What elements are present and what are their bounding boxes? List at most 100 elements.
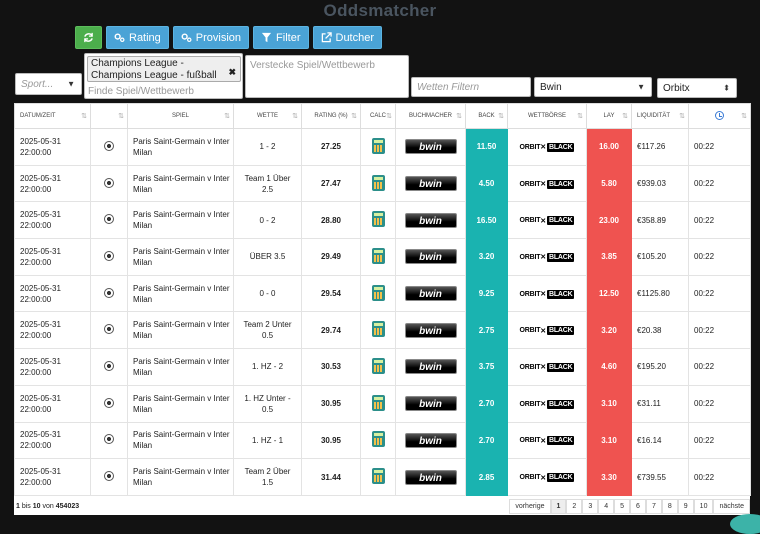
hide-game-input[interactable]: Verstecke Spiel/Wettbewerb <box>245 55 409 98</box>
cell-calc[interactable] <box>360 164 396 203</box>
cell-sport <box>90 128 128 166</box>
close-icon[interactable]: ✖ <box>228 66 236 78</box>
rating-button[interactable]: Rating <box>106 26 169 49</box>
table-row[interactable]: 2025-05-31 22:00:00 Paris Saint-Germain v … <box>14 274 751 313</box>
bwin-logo[interactable]: bwin <box>404 286 457 302</box>
bets-filter-input[interactable]: Wetten Filtern <box>411 77 531 97</box>
cell-bet: 0 - 2 <box>233 201 302 240</box>
orbitx-logo[interactable]: ORBIT ✕ BLACK <box>520 252 575 262</box>
cell-calc[interactable] <box>360 384 396 423</box>
hide-placeholder: Verstecke Spiel/Wettbewerb <box>250 60 375 71</box>
page-button[interactable]: 5 <box>614 499 631 514</box>
bwin-logo[interactable]: bwin <box>404 469 457 485</box>
orbitx-logo[interactable]: ORBIT ✕ BLACK <box>520 436 575 446</box>
table-row[interactable]: 2025-05-31 22:00:00 Paris Saint-Germain v … <box>14 384 751 423</box>
page-button[interactable]: 7 <box>645 499 662 514</box>
soccer-ball-icon <box>104 287 114 298</box>
competition-tag[interactable]: Champions League - Champions League - fu… <box>87 56 241 82</box>
dutcher-label: Dutcher <box>335 31 375 44</box>
cell-calc[interactable] <box>360 238 396 276</box>
col-header-sport[interactable]: ⇅ <box>90 103 128 129</box>
competition-multiselect[interactable]: Champions League - Champions League - fu… <box>84 53 243 99</box>
exchange-select[interactable]: Orbitx ⬍ <box>657 78 737 98</box>
cell-calc[interactable] <box>360 458 396 496</box>
page-button[interactable]: 2 <box>566 499 583 514</box>
calculator-icon[interactable] <box>371 468 385 485</box>
page-button[interactable]: 1 <box>550 499 567 514</box>
orbitx-logo[interactable]: ORBIT ✕ BLACK <box>520 473 575 483</box>
page-button[interactable]: 8 <box>661 499 678 514</box>
calculator-icon[interactable] <box>371 247 385 264</box>
cell-game: Paris Saint-Germain v Inter Milan <box>127 201 234 240</box>
calculator-icon[interactable] <box>371 394 385 411</box>
cell-calc[interactable] <box>360 274 396 313</box>
prev-page-button[interactable]: vorherige <box>509 499 551 514</box>
cell-calc[interactable] <box>360 311 396 350</box>
col-header-exchange[interactable]: WETTBÖRSE ⇅ <box>507 103 587 129</box>
cell-calc[interactable] <box>360 348 396 386</box>
table-row[interactable]: 2025-05-31 22:00:00 Paris Saint-Germain v … <box>14 348 751 386</box>
refresh-button[interactable] <box>75 26 102 49</box>
table-row[interactable]: 2025-05-31 22:00:00 Paris Saint-Germain v … <box>14 458 751 496</box>
calculator-icon[interactable] <box>371 321 385 338</box>
orbitx-logo[interactable]: ORBIT ✕ BLACK <box>520 179 575 189</box>
calculator-icon[interactable] <box>371 357 385 374</box>
bwin-logo[interactable]: bwin <box>404 322 457 338</box>
page-button[interactable]: 9 <box>677 499 694 514</box>
cell-calc[interactable] <box>360 421 396 460</box>
orbitx-logo[interactable]: ORBIT ✕ BLACK <box>520 289 575 299</box>
next-page-button[interactable]: nächste <box>713 499 750 514</box>
page-button[interactable]: 10 <box>693 499 714 514</box>
calculator-icon[interactable] <box>371 174 385 191</box>
bookmaker-select[interactable]: Bwin ▼ <box>534 77 652 97</box>
table-row[interactable]: 2025-05-31 22:00:00 Paris Saint-Germain v … <box>14 164 751 203</box>
bwin-logo[interactable]: bwin <box>404 432 457 448</box>
page-button[interactable]: 6 <box>630 499 646 514</box>
bwin-logo[interactable]: bwin <box>404 396 457 412</box>
col-header-lay[interactable]: LAY ⇅ <box>586 103 632 129</box>
table-row[interactable]: 2025-05-31 22:00:00 Paris Saint-Germain v … <box>14 238 751 276</box>
calculator-icon[interactable] <box>371 137 385 154</box>
bwin-logo[interactable]: bwin <box>404 139 457 155</box>
orbitx-logo[interactable]: ORBIT ✕ BLACK <box>520 362 575 372</box>
bwin-logo[interactable]: bwin <box>404 212 457 228</box>
chat-bubble[interactable] <box>730 514 760 534</box>
calculator-icon[interactable] <box>371 211 385 228</box>
col-header-starts[interactable]: ⇅ <box>688 103 751 129</box>
calculator-icon[interactable] <box>371 431 385 448</box>
page-button[interactable]: 3 <box>582 499 599 514</box>
filter-button[interactable]: Filter <box>253 26 309 49</box>
col-header-liquidity[interactable]: LIQUIDITÄT ⇅ <box>631 103 689 129</box>
col-header-rating[interactable]: RATING (%) ⇅ <box>301 103 361 129</box>
cell-liquidity: €31.11 <box>631 384 689 423</box>
orbitx-logo[interactable]: ORBIT ✕ BLACK <box>520 399 575 409</box>
sport-select[interactable]: Sport... ▼ <box>15 73 82 95</box>
col-header-date[interactable]: DATUM/ZEIT ⇅ <box>14 103 91 129</box>
col-header-bookmaker[interactable]: BUCHMACHER ⇅ <box>395 103 466 129</box>
page-button[interactable]: 4 <box>598 499 615 514</box>
table-row[interactable]: 2025-05-31 22:00:00 Paris Saint-Germain v … <box>14 311 751 350</box>
cell-exchange: ORBIT ✕ BLACK <box>507 421 587 460</box>
table-row[interactable]: 2025-05-31 22:00:00 Paris Saint-Germain v … <box>14 201 751 240</box>
orbitx-logo[interactable]: ORBIT ✕ BLACK <box>520 326 575 336</box>
col-header-calc[interactable]: CALC ⇅ <box>360 103 396 129</box>
cell-game: Paris Saint-Germain v Inter Milan <box>127 458 234 496</box>
dutcher-button[interactable]: Dutcher <box>312 26 383 49</box>
provision-button[interactable]: Provision <box>172 26 250 49</box>
table-row[interactable]: 2025-05-31 22:00:00 Paris Saint-Germain v … <box>14 421 751 460</box>
cell-liquidity: €20.38 <box>631 311 689 350</box>
orbitx-logo[interactable]: ORBIT ✕ BLACK <box>520 216 575 226</box>
table-row[interactable]: 2025-05-31 22:00:00 Paris Saint-Germain v … <box>14 128 751 166</box>
col-header-game[interactable]: SPIEL ⇅ <box>127 103 234 129</box>
bwin-logo[interactable]: bwin <box>404 359 457 375</box>
cell-exchange: ORBIT ✕ BLACK <box>507 274 587 313</box>
orbitx-logo[interactable]: ORBIT ✕ BLACK <box>520 142 575 152</box>
cell-calc[interactable] <box>360 201 396 240</box>
col-header-back[interactable]: BACK ⇅ <box>465 103 508 129</box>
cell-calc[interactable] <box>360 128 396 166</box>
cell-datetime: 2025-05-31 22:00:00 <box>14 164 91 203</box>
calculator-icon[interactable] <box>371 284 385 301</box>
bwin-logo[interactable]: bwin <box>404 176 457 192</box>
col-header-bet[interactable]: WETTE ⇅ <box>233 103 302 129</box>
bwin-logo[interactable]: bwin <box>404 249 457 265</box>
